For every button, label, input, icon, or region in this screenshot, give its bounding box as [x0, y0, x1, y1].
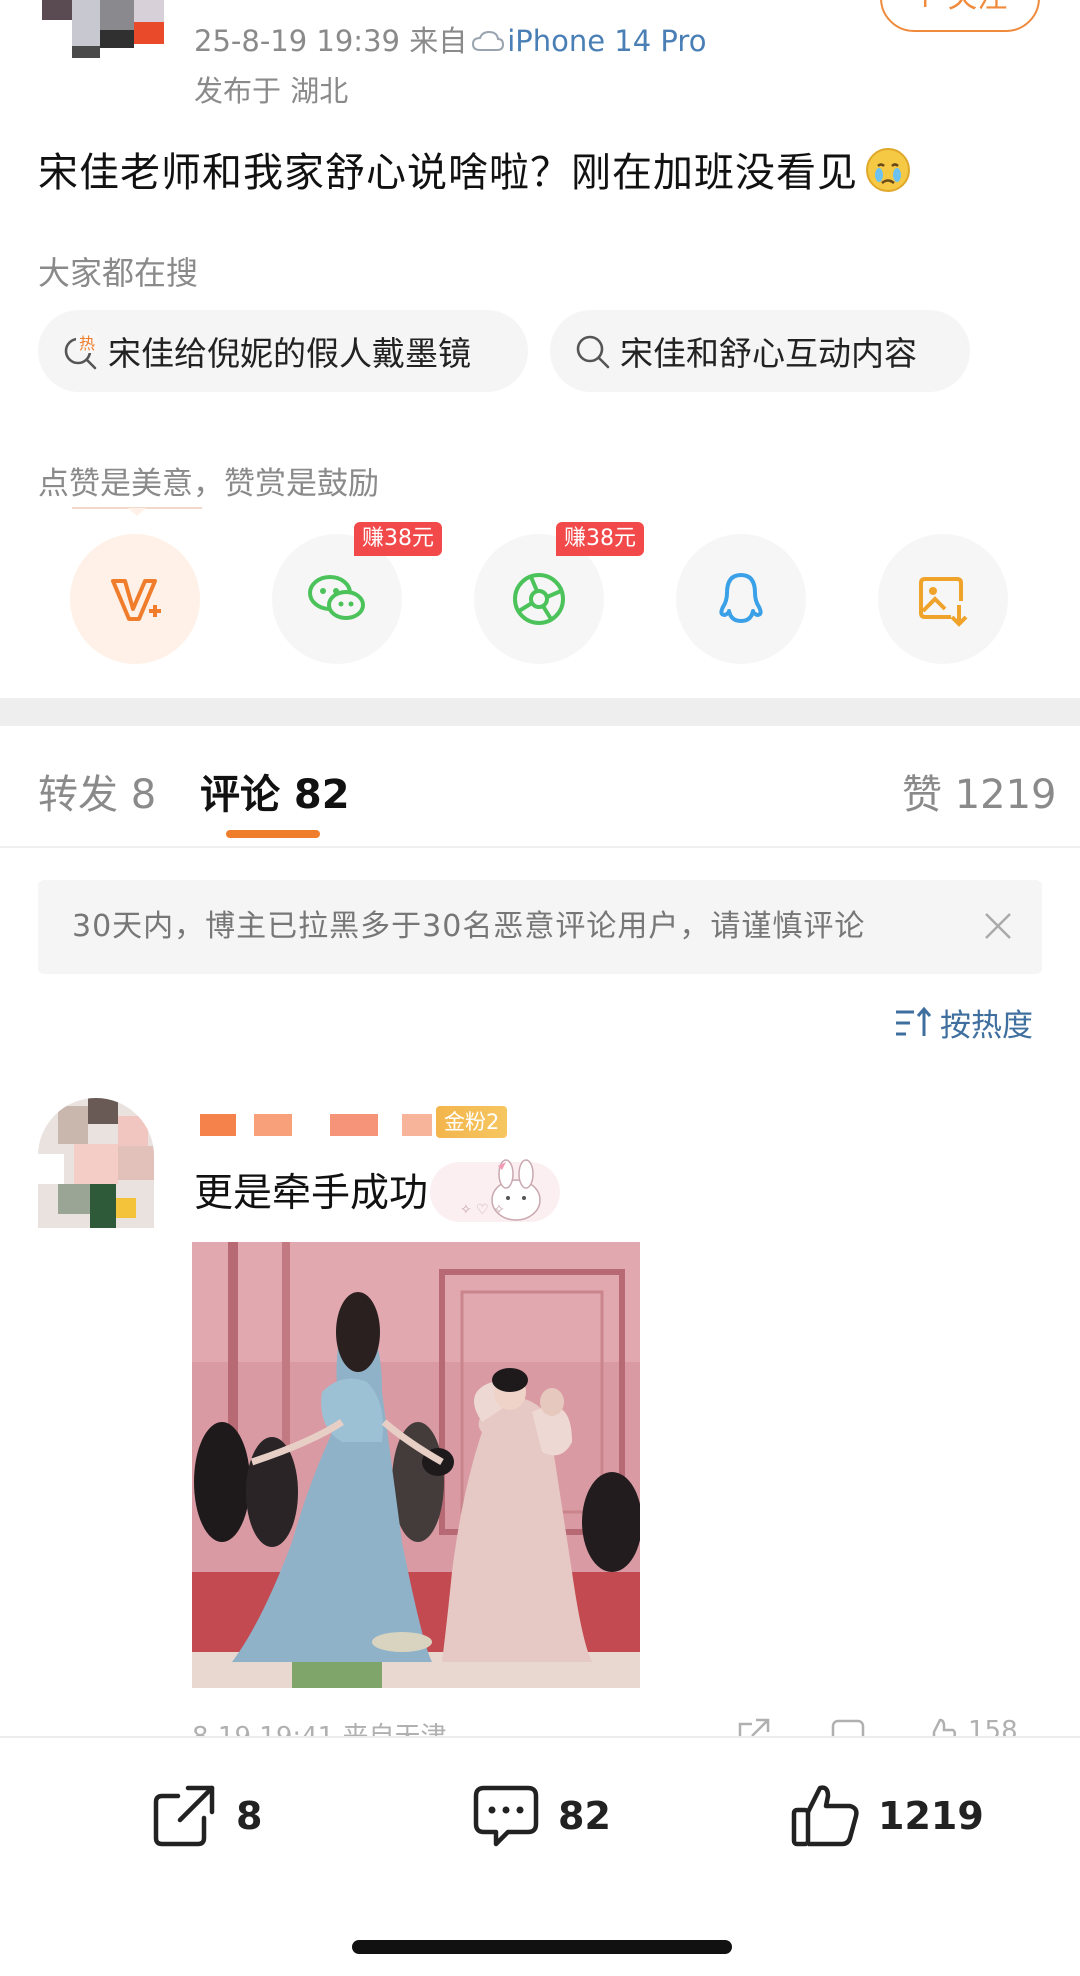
sort-icon	[896, 1006, 932, 1036]
fan-level-badge: 金粉2	[436, 1106, 508, 1138]
moments-earn-badge: 赚38元	[556, 522, 644, 556]
comment-photo[interactable]	[192, 1242, 640, 1688]
tab-comments[interactable]: 评论 82	[200, 762, 350, 820]
close-icon[interactable]	[982, 910, 1014, 942]
hot-search-title: 大家都在搜	[38, 254, 199, 292]
comment-text: 更是牵手成功	[194, 1171, 429, 1216]
device-name[interactable]: iPhone 14 Pro	[507, 24, 706, 58]
svg-text:✧ ♡ ✧: ✧ ♡ ✧	[460, 1202, 505, 1218]
comment-count: 82	[558, 1794, 611, 1838]
section-divider	[0, 698, 1080, 726]
notice-text: 30天内，博主已拉黑多于30名恶意评论用户，请谨慎评论	[72, 909, 866, 944]
hot-search-chip-2[interactable]: 宋佳和舒心互动内容	[550, 310, 970, 392]
cloud-icon	[471, 27, 505, 61]
home-indicator	[352, 1940, 732, 1954]
repost-icon	[153, 1785, 215, 1847]
save-image-icon	[919, 577, 968, 627]
post-text-content: 宋佳老师和我家舒心说啥啦？刚在加班没看见	[38, 150, 858, 196]
comment-button[interactable]: 82	[470, 1776, 611, 1856]
search-icon	[572, 331, 612, 371]
hot-search-icon: 热	[60, 331, 100, 371]
like-button[interactable]: 1219	[790, 1776, 984, 1856]
moments-icon	[513, 573, 565, 625]
wechat-earn-badge: 赚38元	[354, 522, 442, 556]
qq-icon	[719, 573, 763, 623]
bunny-sticker-icon: ✧ ♡ ✧	[430, 1159, 560, 1222]
qq-share-button[interactable]	[676, 534, 806, 664]
photo-scene	[192, 1242, 640, 1688]
like-count: 1219	[878, 1794, 984, 1838]
post-time: 25-8-19 19:39 来自	[194, 24, 468, 58]
tabs-divider	[0, 846, 1080, 848]
reward-button[interactable]	[70, 534, 200, 664]
hot-search-chip-1[interactable]: 热 宋佳给倪妮的假人戴墨镜	[38, 310, 528, 392]
repost-count: 8	[236, 1794, 263, 1838]
svg-text:热: 热	[79, 334, 95, 353]
post-meta: 25-8-19 19:39 来自 iPhone 14 Pro	[194, 18, 706, 61]
poster-avatar[interactable]	[36, 0, 166, 58]
crying-emoji-icon	[864, 146, 912, 194]
save-image-button[interactable]	[878, 534, 1008, 664]
reward-v-icon	[111, 579, 161, 621]
reward-title: 点赞是美意，赞赏是鼓励	[38, 466, 379, 502]
sort-button[interactable]: 按热度	[894, 1000, 1033, 1045]
commenter-name[interactable]	[196, 1108, 436, 1138]
follow-button[interactable]: + 关注	[880, 0, 1040, 32]
reward-tip-arrow	[72, 507, 202, 516]
repost-button[interactable]: 8	[148, 1776, 262, 1856]
hot-search-chip-2-label: 宋佳和舒心互动内容	[620, 334, 917, 373]
share-row: 赚38元 赚38元	[0, 522, 1080, 664]
thumbs-up-icon	[791, 1785, 859, 1847]
wechat-icon	[308, 575, 365, 620]
active-tab-indicator	[226, 830, 320, 838]
tab-repost[interactable]: 转发 8	[38, 762, 156, 820]
commenter-avatar[interactable]	[38, 1098, 154, 1228]
comment-icon	[473, 1785, 539, 1847]
post-location: 发布于 湖北	[194, 74, 349, 108]
comment-notice-banner: 30天内，博主已拉黑多于30名恶意评论用户，请谨慎评论	[38, 880, 1042, 974]
post-text: 宋佳老师和我家舒心说啥啦？刚在加班没看见	[38, 140, 912, 198]
sort-label: 按热度	[940, 1008, 1033, 1044]
hot-search-chip-1-label: 宋佳给倪妮的假人戴墨镜	[108, 334, 471, 373]
tab-likes[interactable]: 赞 1219	[902, 762, 1057, 820]
